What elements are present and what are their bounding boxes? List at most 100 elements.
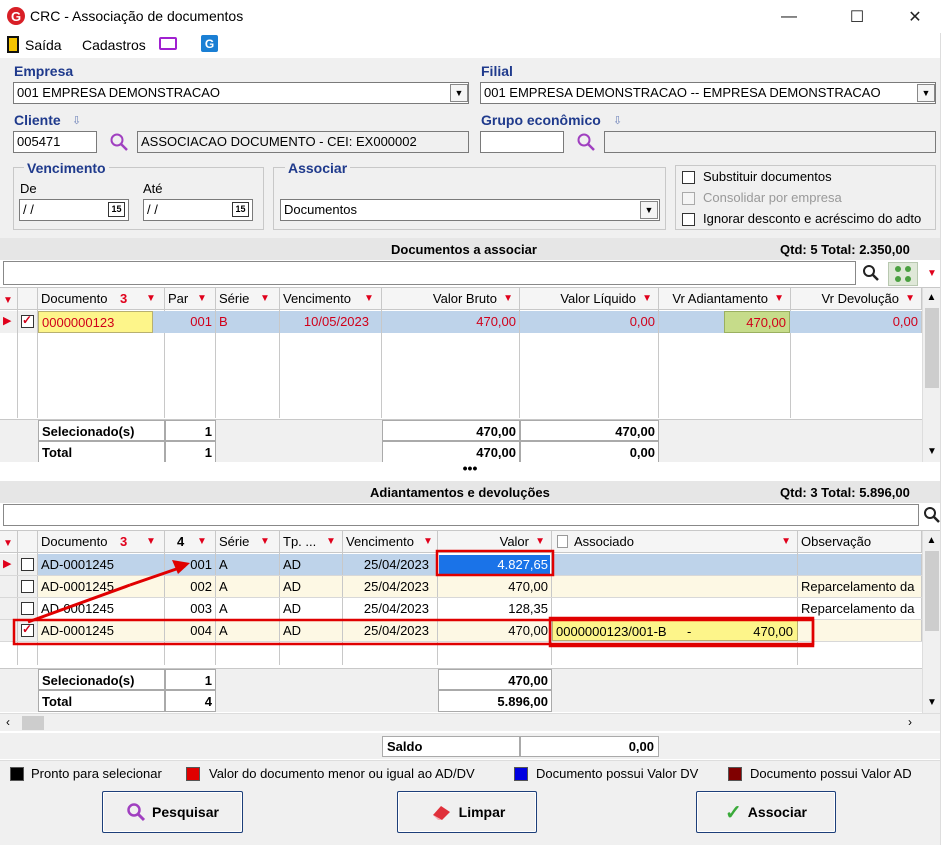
company-select[interactable]: 001 EMPRESA DEMONSTRACAO — [13, 82, 469, 104]
brand-g-icon[interactable]: G — [201, 35, 218, 52]
branch-select[interactable]: 001 EMPRESA DEMONSTRACAO -- EMPRESA DEMO… — [480, 82, 936, 104]
sort-down-icon: ⇩ — [72, 115, 82, 127]
to-label: Até — [143, 181, 163, 196]
cell-venc: 25/04/2023 — [343, 554, 438, 575]
client-code-input[interactable]: 005471 — [13, 131, 97, 153]
chevron-down-icon[interactable]: ▼ — [450, 84, 468, 102]
splitter-handle[interactable]: ••• — [0, 461, 940, 480]
chevron-up-icon: ▲ — [926, 535, 937, 546]
table-row[interactable]: AD-0001245 003 A AD 25/04/2023 128,35 Re… — [0, 598, 922, 620]
search-button-label: Pesquisar — [152, 804, 219, 820]
chevron-right-icon: › — [908, 715, 912, 729]
cell-assoc — [552, 598, 798, 619]
row-checkbox[interactable] — [18, 598, 38, 619]
col-devol[interactable]: Vr Devolução ▼ — [791, 288, 922, 309]
table-row[interactable]: ▶ AD-0001245 001 A AD 25/04/2023 4.827,6… — [0, 554, 922, 576]
replace-checkbox[interactable] — [682, 171, 695, 184]
total-valor: 5.896,00 — [438, 690, 552, 712]
header-check — [18, 531, 38, 552]
client-name-field: ASSOCIACAO DOCUMENTO - CEI: EX000002 — [137, 131, 469, 153]
cell-doc: AD-0001245 — [38, 598, 165, 619]
col-adiant[interactable]: Vr Adiantamento ▼ — [659, 288, 791, 309]
scroll-thumb — [22, 716, 44, 730]
associate-button[interactable]: ✓ Associar — [696, 791, 836, 833]
col-serie[interactable]: Série ▼ — [216, 288, 280, 309]
header-corner: ▼ — [0, 288, 18, 309]
col-venc[interactable]: Vencimento ▼ — [343, 531, 438, 552]
document-icon — [557, 535, 568, 548]
docs-scrollbar[interactable]: ▲ ▼ — [922, 288, 940, 463]
filter-icon: ▼ — [146, 293, 156, 304]
col-venc[interactable]: Vencimento ▼ — [280, 288, 382, 309]
menu-register[interactable]: Cadastros — [82, 37, 146, 53]
associate-select[interactable]: Documentos — [280, 199, 660, 221]
adv-scrollbar[interactable]: ▲ ▼ — [922, 531, 940, 715]
cell-serie: A — [216, 554, 280, 575]
branch-label: Filial — [481, 63, 513, 79]
legend-swatch — [728, 767, 742, 781]
maximize-button[interactable]: ☐ — [834, 0, 880, 33]
col-par[interactable]: 4 ▼ — [165, 531, 216, 552]
ignore-checkbox[interactable] — [682, 213, 695, 226]
filter-icon: ▼ — [535, 536, 545, 547]
cell-valor: 470,00 — [438, 620, 552, 641]
docs-filter-input[interactable] — [3, 261, 856, 285]
row-checkbox[interactable] — [18, 620, 38, 641]
search-icon[interactable] — [861, 263, 881, 283]
col-serie[interactable]: Série ▼ — [216, 531, 280, 552]
search-icon[interactable] — [922, 505, 942, 525]
legend-swatch — [10, 767, 24, 781]
menu-caret-icon[interactable]: ▼ — [927, 268, 937, 279]
filter-icon: ▼ — [364, 293, 374, 304]
cell-doc: AD-0001245 — [38, 554, 165, 575]
table-row[interactable]: ▶ 0000000123 001 B 10/05/2023 470,00 0,0… — [0, 311, 922, 333]
cell-assoc[interactable]: 0000000123/001-B - 470,00 — [552, 620, 798, 641]
calendar-icon[interactable]: 15 — [232, 202, 249, 217]
col-obs[interactable]: Observação — [798, 531, 922, 552]
calendar-icon[interactable]: 15 — [108, 202, 125, 217]
col-bruto[interactable]: Valor Bruto ▼ — [382, 288, 520, 309]
chevron-down-icon[interactable]: ▼ — [640, 201, 658, 219]
col-par[interactable]: Par ▼ — [165, 288, 216, 309]
filter-icon: ▼ — [503, 293, 513, 304]
row-checkbox[interactable] — [18, 554, 38, 575]
group-code-input[interactable] — [480, 131, 564, 153]
cell-valor[interactable]: 4.827,65 — [438, 554, 552, 575]
legend-text: Documento possui Valor DV — [536, 766, 699, 781]
col-tp[interactable]: Tp. ... ▼ — [280, 531, 343, 552]
row-checkbox[interactable] — [18, 311, 38, 333]
check-icon: ✓ — [725, 801, 742, 824]
col-doc[interactable]: Documento 3 ▼ — [38, 531, 165, 552]
search-icon — [127, 803, 146, 822]
monitor-icon[interactable] — [159, 37, 177, 50]
clear-button-label: Limpar — [458, 804, 506, 820]
cell-tp: AD — [280, 554, 343, 575]
search-button[interactable]: Pesquisar — [102, 791, 243, 833]
filter-icon: ▼ — [781, 536, 791, 547]
minimize-button[interactable]: — — [766, 0, 812, 33]
chevron-down-icon[interactable]: ▼ — [917, 84, 935, 102]
col-liquido[interactable]: Valor Líquido ▼ — [520, 288, 659, 309]
clear-button[interactable]: Limpar — [397, 791, 537, 833]
adv-hscrollbar[interactable]: ‹ › — [0, 713, 940, 731]
adv-filter-input[interactable] — [3, 504, 919, 526]
sort-indicator: 3 — [120, 291, 128, 306]
search-icon[interactable] — [575, 131, 597, 153]
table-row[interactable]: AD-0001245 004 A AD 25/04/2023 470,00 00… — [0, 620, 922, 642]
expand-icon[interactable] — [888, 262, 918, 286]
row-checkbox[interactable] — [18, 576, 38, 597]
col-assoc[interactable]: Associado ▼ — [552, 531, 798, 552]
col-doc[interactable]: Documento 3 ▼ — [38, 288, 165, 309]
search-icon[interactable] — [108, 131, 130, 153]
saldo-value: 0,00 — [520, 736, 659, 757]
cell-adiant[interactable]: 470,00 — [724, 311, 790, 333]
table-row[interactable]: AD-0001245 002 A AD 25/04/2023 470,00 Re… — [0, 576, 922, 598]
cell-par: 001 — [165, 554, 216, 575]
close-button[interactable]: ✕ — [892, 0, 938, 33]
cell-par: 003 — [165, 598, 216, 619]
menu-exit[interactable]: Saída — [25, 37, 62, 53]
total-label: Total — [38, 441, 165, 463]
col-valor[interactable]: Valor ▼ — [438, 531, 552, 552]
docs-title: Documentos a associar — [391, 242, 537, 257]
assoc-doc: 0000000123/001-B — [556, 624, 667, 639]
